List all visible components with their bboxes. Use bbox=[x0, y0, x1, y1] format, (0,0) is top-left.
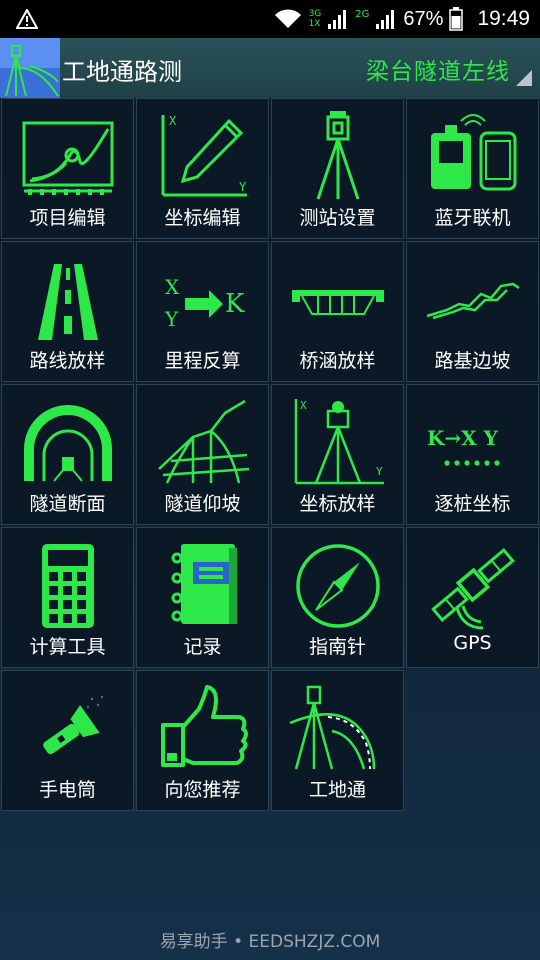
x-axis-label: X bbox=[169, 114, 177, 128]
tile-label: 坐标放样 bbox=[299, 493, 376, 515]
tile-label: 路线放样 bbox=[29, 350, 106, 372]
tile-label: 里程反算 bbox=[164, 350, 241, 372]
tunnel-section-icon bbox=[24, 405, 112, 482]
app-title: 工地通路测 bbox=[62, 58, 182, 86]
stake-coordinates-icon: K→X Y bbox=[427, 426, 500, 466]
project-name: 梁台隧道左线 bbox=[366, 59, 510, 85]
tile-tunnel-slope[interactable]: 隧道仰坡 bbox=[136, 384, 269, 525]
y-axis-label: Y bbox=[239, 180, 247, 194]
y-axis-label: Y bbox=[376, 465, 383, 478]
route-stakeout-icon bbox=[38, 264, 98, 340]
warning-icon bbox=[16, 9, 38, 29]
satellite-icon bbox=[431, 547, 515, 630]
project-selector[interactable]: 梁台隧道左线 bbox=[366, 48, 534, 90]
tile-recommend[interactable]: 向您推荐 bbox=[136, 670, 269, 811]
tile-label: 隧道仰坡 bbox=[164, 493, 241, 515]
tile-label: 蓝牙联机 bbox=[434, 207, 511, 229]
watermark: 易享助手 • EEDSHZJZ.COM bbox=[159, 932, 381, 952]
station-setup-icon bbox=[316, 111, 360, 200]
wifi-icon bbox=[274, 9, 301, 28]
tile-label: GPS bbox=[453, 632, 492, 654]
project-edit-icon bbox=[22, 121, 114, 195]
tile-label: 隧道断面 bbox=[29, 493, 106, 515]
network2-label: 2G bbox=[355, 8, 370, 20]
tile-label: 项目编辑 bbox=[29, 207, 106, 229]
k-letter: K bbox=[225, 289, 245, 319]
compass-icon bbox=[296, 544, 380, 628]
tile-label: 测站设置 bbox=[299, 207, 376, 229]
network-1x-label: 1X bbox=[308, 19, 321, 29]
tile-notebook[interactable]: 记录 bbox=[136, 527, 269, 668]
calculator-icon bbox=[42, 544, 94, 628]
tile-stake-coordinates[interactable]: K→X Y 逐桩坐标 bbox=[406, 384, 539, 525]
survey-logo-icon[interactable] bbox=[0, 38, 60, 98]
thumbs-up-icon bbox=[161, 685, 248, 767]
tile-gps[interactable]: GPS bbox=[406, 527, 539, 668]
site-app-icon bbox=[289, 685, 376, 770]
tile-compass[interactable]: 指南针 bbox=[271, 527, 404, 668]
tile-bluetooth-connect[interactable]: 蓝牙联机 bbox=[406, 98, 539, 239]
bluetooth-connect-icon bbox=[431, 114, 517, 191]
battery-icon bbox=[449, 7, 464, 31]
mileage-inverse-icon: X Y K bbox=[164, 275, 245, 331]
coordinate-stakeout-icon: X Y bbox=[294, 399, 384, 485]
battery-percent: 67% bbox=[403, 7, 444, 30]
tile-label: 逐桩坐标 bbox=[434, 493, 511, 515]
tunnel-slope-icon bbox=[158, 399, 250, 484]
tile-label: 路基边坡 bbox=[434, 350, 511, 372]
tile-label: 手电筒 bbox=[38, 779, 96, 801]
tile-route-stakeout[interactable]: 路线放样 bbox=[1, 241, 134, 382]
bridge-stakeout-icon bbox=[292, 290, 384, 315]
tile-bridge-stakeout[interactable]: 桥涵放样 bbox=[271, 241, 404, 382]
tile-tunnel-section[interactable]: 隧道断面 bbox=[1, 384, 134, 525]
tile-project-edit[interactable]: 项目编辑 bbox=[1, 98, 134, 239]
tile-coordinate-stakeout[interactable]: X Y 坐标放样 bbox=[271, 384, 404, 525]
flashlight-icon bbox=[43, 695, 104, 755]
tile-mileage-inverse[interactable]: X Y K 里程反算 bbox=[136, 241, 269, 382]
tile-subgrade-slope[interactable]: 路基边坡 bbox=[406, 241, 539, 382]
tile-label: 向您推荐 bbox=[164, 779, 241, 801]
y-letter: Y bbox=[164, 307, 179, 331]
subgrade-slope-icon bbox=[426, 282, 520, 320]
app-header: 工地通路测 梁台隧道左线 bbox=[0, 38, 540, 99]
tile-flashlight[interactable]: 手电筒 bbox=[1, 670, 134, 811]
notebook-icon bbox=[171, 544, 237, 624]
clock: 19:49 bbox=[477, 7, 530, 30]
network-type: 3G 1X bbox=[309, 9, 322, 29]
status-bar: 3G 1X 2G 67% 19:49 bbox=[0, 0, 540, 38]
tile-label: 指南针 bbox=[308, 636, 366, 658]
tile-station-setup[interactable]: 测站设置 bbox=[271, 98, 404, 239]
x-axis-label: X bbox=[300, 399, 307, 412]
network-3g-label: 3G bbox=[308, 9, 322, 19]
tile-label: 桥涵放样 bbox=[299, 350, 376, 372]
tile-site-app[interactable]: 工地通 bbox=[271, 670, 404, 811]
coordinate-edit-icon: X Y bbox=[161, 114, 247, 197]
x-letter: X bbox=[165, 275, 180, 299]
signal2-icon bbox=[376, 10, 395, 29]
tile-calculator[interactable]: 计算工具 bbox=[1, 527, 134, 668]
tile-label: 记录 bbox=[183, 636, 222, 658]
signal-icon bbox=[328, 10, 347, 29]
tile-coordinate-edit[interactable]: X Y 坐标编辑 bbox=[136, 98, 269, 239]
kxy-label: K→X Y bbox=[427, 426, 499, 450]
tile-label: 坐标编辑 bbox=[164, 207, 241, 229]
tile-label: 工地通 bbox=[308, 779, 366, 801]
dropdown-corner-icon bbox=[516, 70, 532, 86]
tile-label: 计算工具 bbox=[29, 636, 106, 658]
